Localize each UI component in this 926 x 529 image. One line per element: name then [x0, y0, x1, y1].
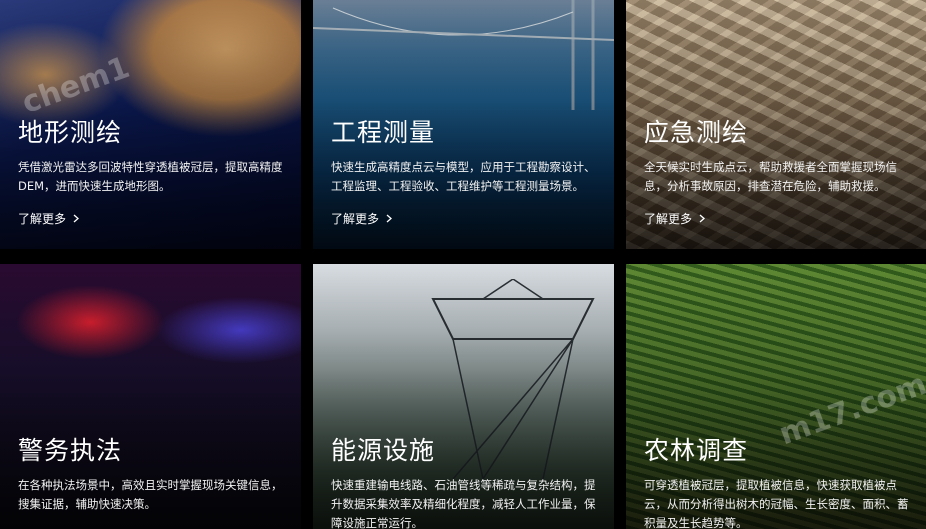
card-engineering-survey[interactable]: 工程测量 快速生成高精度点云与模型，应用于工程勘察设计、工程监理、工程验收、工程… — [313, 0, 614, 249]
learn-more-link[interactable]: 了解更多 — [331, 210, 393, 227]
card-description: 全天候实时生成点云，帮助救援者全面掌握现场信息，分析事故原因，排查潜在危险，辅助… — [644, 160, 897, 193]
card-energy-facilities[interactable]: 能源设施 快速重建输电线路、石油管线等稀疏与复杂结构，提升数据采集效率及精细化程… — [313, 264, 614, 529]
card-title: 应急测绘 — [644, 118, 749, 147]
card-emergency-mapping[interactable]: 应急测绘 全天候实时生成点云，帮助救援者全面掌握现场信息，分析事故原因，排查潜在… — [626, 0, 926, 249]
learn-more-link[interactable]: 了解更多 — [18, 210, 80, 227]
card-title: 农林调查 — [644, 436, 749, 465]
learn-more-label: 了解更多 — [331, 212, 380, 226]
card-police-enforcement[interactable]: 警务执法 在各种执法场景中，高效且实时掌握现场关键信息，搜集证据，辅助快速决策。 — [0, 264, 301, 529]
card-description: 可穿透植被冠层，提取植被信息，快速获取植被点云，从而分析得出树木的冠幅、生长密度… — [644, 478, 909, 529]
learn-more-label: 了解更多 — [644, 212, 693, 226]
card-description: 快速生成高精度点云与模型，应用于工程勘察设计、工程监理、工程验收、工程维护等工程… — [331, 160, 596, 193]
learn-more-label: 了解更多 — [18, 212, 67, 226]
card-description: 凭借激光雷达多回波特性穿透植被冠层，提取高精度 DEM，进而快速生成地形图。 — [18, 160, 283, 193]
learn-more-link[interactable]: 了解更多 — [644, 210, 706, 227]
chevron-right-icon — [73, 214, 80, 223]
scenario-grid: chem1 地形测绘 凭借激光雷达多回波特性穿透植被冠层，提取高精度 DEM，进… — [0, 0, 926, 529]
card-description: 快速重建输电线路、石油管线等稀疏与复杂结构，提升数据采集效率及精细化程度，减轻人… — [331, 478, 596, 529]
chevron-right-icon — [699, 214, 706, 223]
card-title: 地形测绘 — [18, 118, 123, 147]
card-description: 在各种执法场景中，高效且实时掌握现场关键信息，搜集证据，辅助快速决策。 — [18, 478, 283, 511]
card-title: 能源设施 — [331, 436, 436, 465]
card-agri-forestry-survey[interactable]: m17.com 农林调查 可穿透植被冠层，提取植被信息，快速获取植被点云，从而分… — [626, 264, 926, 529]
card-terrain-mapping[interactable]: chem1 地形测绘 凭借激光雷达多回波特性穿透植被冠层，提取高精度 DEM，进… — [0, 0, 301, 249]
chevron-right-icon — [386, 214, 393, 223]
card-title: 警务执法 — [18, 436, 123, 465]
card-title: 工程测量 — [331, 118, 436, 147]
